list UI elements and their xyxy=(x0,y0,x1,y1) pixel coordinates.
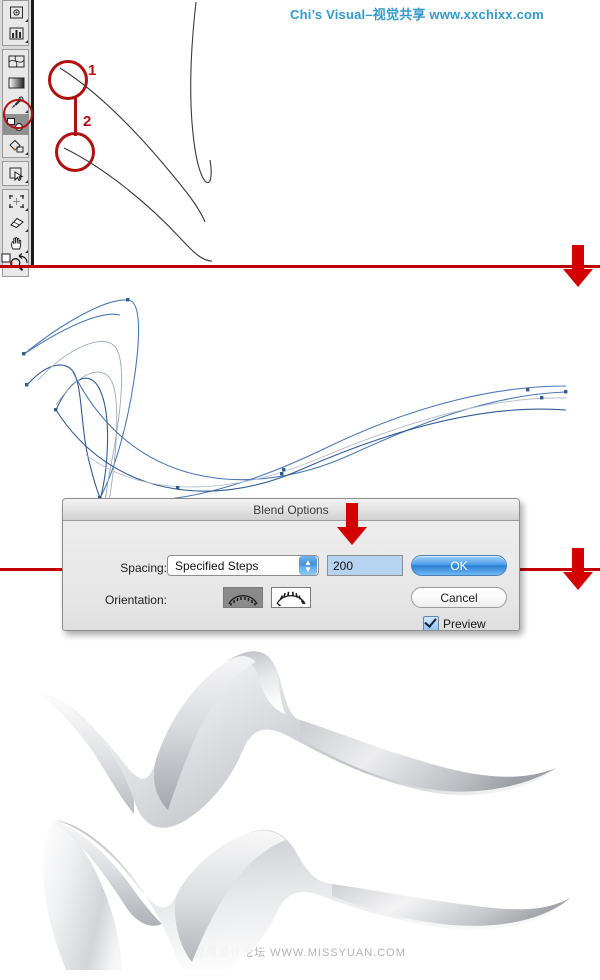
dialog-title: Blend Options xyxy=(253,502,329,517)
preview-row[interactable]: Preview xyxy=(423,615,486,631)
spacing-select-value: Specified Steps xyxy=(175,558,259,573)
align-to-path-button[interactable] xyxy=(271,587,311,608)
preview-label: Preview xyxy=(443,617,486,631)
preview-checkbox[interactable] xyxy=(423,615,439,630)
source-path-artwork xyxy=(59,1,213,262)
align-to-path-icon xyxy=(276,591,306,606)
dialog-body: Spacing: Specified Steps ▲ ▼ 200 Orientat… xyxy=(63,521,519,631)
align-to-page-icon xyxy=(228,594,258,605)
ok-button[interactable]: OK xyxy=(411,555,507,576)
step-arrow-steps-field xyxy=(337,503,367,545)
specified-steps-input[interactable]: 200 xyxy=(327,555,403,576)
ribbon-lower xyxy=(42,820,570,970)
dialog-titlebar: Blend Options xyxy=(63,499,519,521)
blend-options-dialog[interactable]: Blend Options Spacing: Specified Steps ▲… xyxy=(62,498,520,631)
spacing-select[interactable]: Specified Steps ▲ ▼ xyxy=(167,555,319,576)
spacing-stepper-arrows-icon[interactable]: ▲ ▼ xyxy=(299,556,317,575)
align-to-page-button[interactable] xyxy=(223,587,263,608)
checkmark-icon xyxy=(424,615,437,628)
orientation-label: Orientation: xyxy=(104,593,167,607)
cancel-button[interactable]: Cancel xyxy=(411,587,507,608)
spacing-label: Spacing: xyxy=(120,561,167,575)
